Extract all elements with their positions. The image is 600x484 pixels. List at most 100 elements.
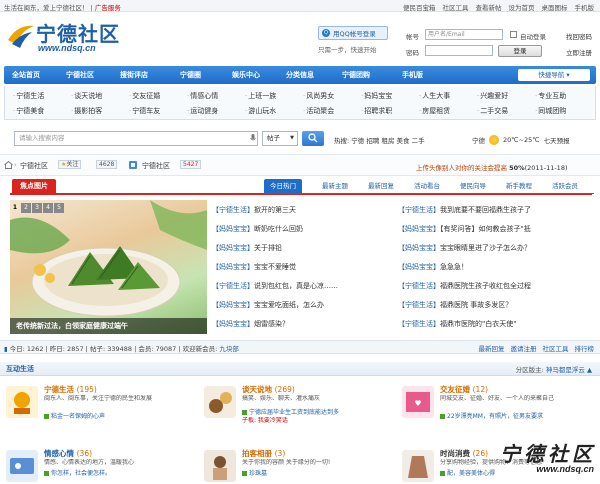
subnav-item[interactable]: 二手交易: [477, 106, 508, 116]
focus-page[interactable]: 5: [54, 203, 64, 213]
forum-item[interactable]: 宁德生活 (195) 闽东人、闽东事，关注宁德的民生和发展 粘金一名保姆的心声: [6, 384, 196, 432]
top-link-mobile[interactable]: 手机版: [575, 2, 595, 12]
tab-tutorial[interactable]: 新手教程: [506, 179, 532, 193]
thread-item[interactable]: 【宁德生活】说到包红包，真是心凉……: [212, 281, 338, 291]
stats-link-new-replies[interactable]: 最新回复: [479, 343, 505, 353]
microphone-icon[interactable]: [250, 134, 256, 143]
tab-new-topics[interactable]: 最新主题: [322, 179, 348, 193]
nav-mobile[interactable]: 手机版: [402, 66, 423, 84]
focus-caption[interactable]: 老传统新过法，白领家庭健康过端午: [10, 318, 207, 334]
register-link[interactable]: 立即注册: [566, 47, 592, 57]
hot-word[interactable]: 二手: [412, 137, 425, 145]
stats-link-invite[interactable]: 邀请注册: [511, 343, 537, 353]
qq-login-button[interactable]: Q 用QQ帐号登录: [318, 26, 388, 40]
top-link-toolbox[interactable]: 便民百宝箱: [403, 2, 436, 12]
top-link-desktop-icon[interactable]: 桌面图标: [542, 2, 568, 12]
top-link-homepage[interactable]: 设为首页: [509, 2, 535, 12]
thread-item[interactable]: 【宁德生活】掀开的第三天: [212, 205, 296, 215]
home-icon[interactable]: [4, 161, 13, 169]
subnav-item[interactable]: 人生大事: [419, 91, 450, 101]
hot-word[interactable]: 租房: [381, 137, 394, 145]
top-link-new-posts[interactable]: 查看新帖: [476, 2, 502, 12]
subnav-item[interactable]: 游山玩水: [245, 106, 276, 116]
forum-latest[interactable]: 粘金一名保姆的心声: [44, 411, 194, 420]
ad-service-link[interactable]: 广告服务: [95, 4, 121, 12]
tab-events[interactable]: 活动看台: [414, 179, 440, 193]
forum-latest[interactable]: 宁德应届毕业生工资到底能达到多: [242, 407, 392, 416]
nav-group-buy[interactable]: 宁德团购: [342, 66, 370, 84]
breadcrumb-home[interactable]: 宁德社区: [20, 161, 48, 171]
stats-link-tools[interactable]: 社区工具: [543, 343, 569, 353]
breadcrumb-forum[interactable]: 宁德社区: [142, 161, 170, 171]
search-button[interactable]: [302, 131, 324, 146]
stats-link-ranking[interactable]: 排行榜: [575, 343, 595, 353]
subnav-item[interactable]: 妈妈宝宝: [361, 91, 392, 101]
focus-page[interactable]: 2: [21, 203, 31, 213]
forum-item[interactable]: 拍客相册 (3) 关于你我的容颜 关于缘分的一切! 珍珠墓: [204, 448, 394, 484]
find-password-link[interactable]: 找回密码: [566, 31, 592, 41]
subnav-item[interactable]: 专业互助: [535, 91, 566, 101]
tab-today-hot[interactable]: 今日热门: [264, 179, 302, 193]
nav-circle[interactable]: 宁德圈: [180, 66, 201, 84]
top-link-tools[interactable]: 社区工具: [443, 2, 469, 12]
thread-item[interactable]: 【妈妈宝宝】急急急！: [398, 262, 468, 272]
tab-active-members[interactable]: 活跃会员: [552, 179, 578, 193]
thread-item[interactable]: 【妈妈宝宝】宝宝爱吃面纸，怎么办: [212, 300, 324, 310]
focus-image[interactable]: 1 2 3 4 5 老传统新过法，白领家庭健康过端午: [10, 200, 207, 334]
nav-community[interactable]: 宁德社区: [66, 66, 94, 84]
subnav-item[interactable]: 摄影拍客: [71, 106, 102, 116]
seven-day-forecast-link[interactable]: 七天预报: [544, 135, 570, 145]
focus-page[interactable]: 4: [43, 203, 53, 213]
site-logo[interactable]: 宁德社区 www.ndsq.cn: [6, 16, 136, 60]
username-input[interactable]: 用户名/Email: [425, 29, 503, 40]
forum-item[interactable]: ♥ 交友征婚 (12) 同城交友、征婚、好友、一个人的来聚自己 22岁漂亮MM，…: [402, 384, 592, 432]
focus-page[interactable]: 1: [10, 203, 20, 213]
forum-latest[interactable]: 珍珠墓: [242, 468, 392, 477]
tab-guide[interactable]: 便民向导: [460, 179, 486, 193]
nav-home[interactable]: 全站首页: [12, 66, 40, 84]
subnav-item[interactable]: 风尚男女: [303, 91, 334, 101]
thread-item[interactable]: 【宁德生活】福鼎市医院的"白衣天使": [398, 319, 516, 329]
hot-word[interactable]: 美食: [397, 137, 410, 145]
forum-subboard[interactable]: 子板: 我要冷笑话: [242, 417, 392, 425]
nav-classifieds[interactable]: 分类信息: [286, 66, 314, 84]
thread-item[interactable]: 【妈妈宝宝】关于排铅: [212, 243, 282, 253]
subnav-item[interactable]: 情感心情: [187, 91, 218, 101]
search-input[interactable]: 请输入搜索内容: [14, 131, 258, 146]
subnav-item[interactable]: 活动聚会: [303, 106, 334, 116]
search-type-select[interactable]: 帖子 ▼: [262, 131, 298, 146]
password-input[interactable]: [425, 45, 493, 56]
collapse-icon[interactable]: ▲: [587, 366, 592, 374]
focus-images-tab[interactable]: 焦点图片: [12, 179, 56, 193]
subnav-item[interactable]: 同城团购: [535, 106, 566, 116]
new-member-link[interactable]: 九块部: [219, 345, 239, 353]
thread-item[interactable]: 【妈妈宝宝】宝宝眼睛里进了沙子怎么办？: [398, 243, 531, 253]
subnav-item[interactable]: 房屋租赁: [419, 106, 450, 116]
subnav-item[interactable]: 上班一族: [245, 91, 276, 101]
login-button[interactable]: 登录: [498, 45, 542, 57]
follow-button[interactable]: ★关注: [58, 160, 82, 169]
subnav-item[interactable]: 运动健身: [187, 106, 218, 116]
forum-item[interactable]: 情感心情 (36) 情感、心情表达的地方，温暖我心 你怎样，社会便怎样。: [6, 448, 196, 484]
subnav-item[interactable]: 宁德美食: [13, 106, 44, 116]
auto-login-checkbox[interactable]: [510, 31, 517, 38]
quick-nav-button[interactable]: 快捷导航 ▾: [518, 69, 590, 81]
thread-item[interactable]: 【妈妈宝宝】断奶吃什么回奶: [212, 224, 303, 234]
forum-latest[interactable]: 22岁漂亮MM，有照片，征男友要求: [440, 411, 590, 420]
hot-word[interactable]: 宁德: [351, 137, 364, 145]
thread-item[interactable]: 【宁德生活】福鼎医院 事故多发区？: [398, 300, 512, 310]
thread-item[interactable]: 【妈妈宝宝】【有奖问答】如何教会孩子"抵: [398, 224, 531, 234]
subnav-item[interactable]: 兴趣爱好: [477, 91, 508, 101]
thread-item[interactable]: 【妈妈宝宝】宝宝不爱睡觉: [212, 262, 296, 272]
subnav-item[interactable]: 宁德车友: [129, 106, 160, 116]
focus-page[interactable]: 3: [32, 203, 42, 213]
thread-item[interactable]: 【妈妈宝宝】烟雷感染？: [212, 319, 289, 329]
tab-new-replies[interactable]: 最新回复: [368, 179, 394, 193]
subnav-item[interactable]: 谈天说地: [71, 91, 102, 101]
forum-item[interactable]: 谈天说地 (269) 搞笑、娱乐、聊天、灌水痛灰 宁德应届毕业生工资到底能达到多…: [204, 384, 394, 432]
forum-latest[interactable]: 你怎样，社会便怎样。: [44, 468, 194, 477]
subnav-item[interactable]: 招聘求职: [361, 106, 392, 116]
hot-word[interactable]: 招聘: [366, 137, 379, 145]
subnav-item[interactable]: 交友征婚: [129, 91, 160, 101]
thread-item[interactable]: 【宁德生活】我到底要不要回福鼎生孩子了: [398, 205, 531, 215]
